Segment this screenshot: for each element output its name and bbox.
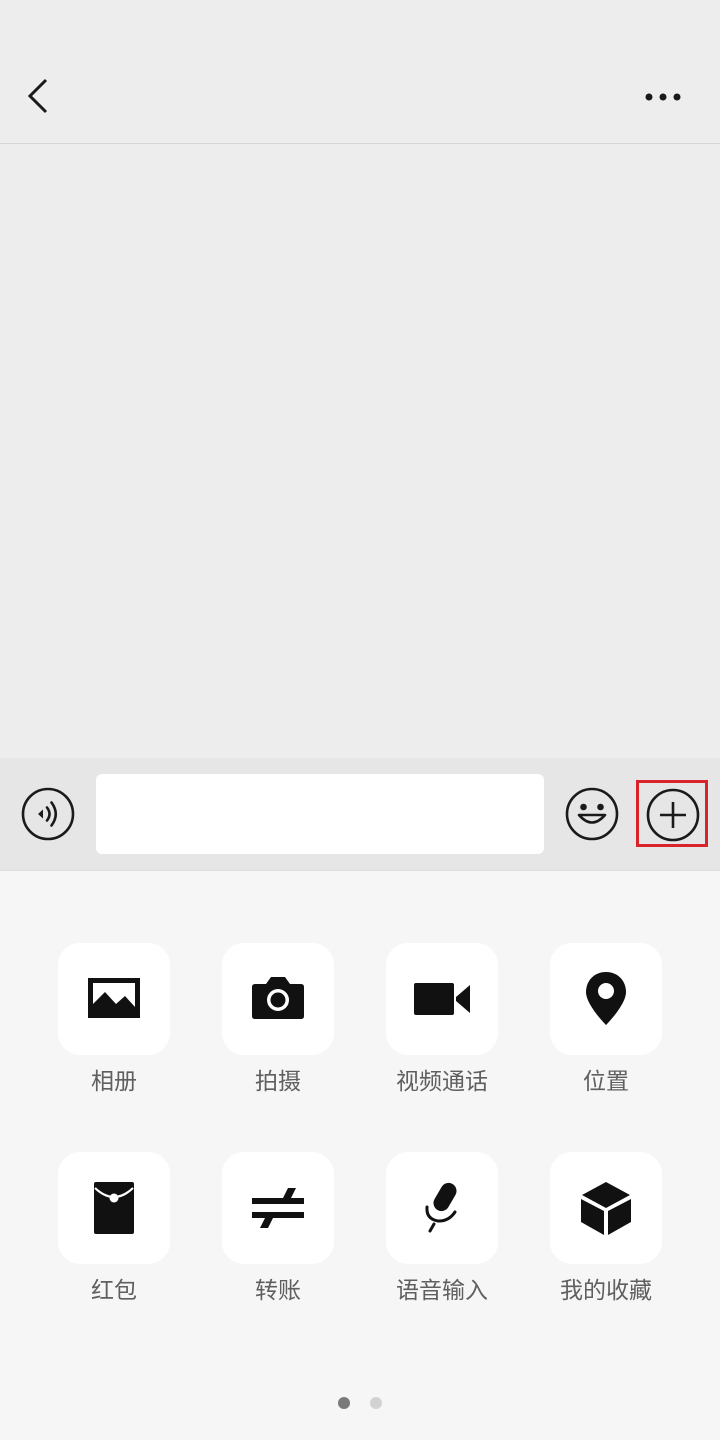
location-label: 位置 — [583, 1069, 629, 1095]
message-input[interactable] — [96, 774, 544, 854]
more-functions-button[interactable] — [636, 780, 708, 847]
album-tile[interactable] — [58, 943, 170, 1055]
page-dot-active[interactable] — [338, 1397, 350, 1409]
transfer-label: 转账 — [255, 1278, 301, 1304]
red-envelope-tile[interactable] — [58, 1152, 170, 1264]
transfer-icon — [252, 1188, 304, 1228]
favorites-label: 我的收藏 — [560, 1278, 652, 1304]
location-tile[interactable] — [550, 943, 662, 1055]
favorites-box-icon — [581, 1182, 631, 1235]
more-functions-panel: 相册 拍摄 视频通话 位置 红包 转账 语音输入 我的收藏 — [0, 871, 720, 1440]
emoji-icon — [565, 787, 619, 841]
plus-circle-icon — [646, 788, 700, 842]
photo-album-icon — [88, 978, 140, 1018]
more-options-button[interactable] — [636, 80, 692, 114]
album-label: 相册 — [91, 1069, 137, 1095]
favorites-tile[interactable] — [550, 1152, 662, 1264]
video-call-label: 视频通话 — [396, 1069, 488, 1095]
camera-tile[interactable] — [222, 943, 334, 1055]
input-bar — [0, 758, 720, 871]
red-envelope-icon — [94, 1182, 134, 1234]
page-dot-inactive[interactable] — [370, 1397, 382, 1409]
video-call-tile[interactable] — [386, 943, 498, 1055]
voice-input-tile[interactable] — [386, 1152, 498, 1264]
emoji-button[interactable] — [564, 786, 620, 842]
ellipsis-icon — [645, 93, 681, 101]
red-envelope-label: 红包 — [91, 1278, 137, 1304]
transfer-tile[interactable] — [222, 1152, 334, 1264]
video-call-icon — [414, 983, 470, 1015]
voice-input-label: 语音输入 — [396, 1278, 488, 1304]
voice-input-icon — [21, 787, 75, 841]
camera-label: 拍摄 — [255, 1069, 301, 1095]
back-button[interactable] — [18, 72, 62, 120]
location-pin-icon — [586, 972, 626, 1025]
chat-message-area[interactable] — [0, 145, 720, 758]
microphone-icon — [425, 1182, 457, 1233]
voice-toggle-button[interactable] — [20, 786, 76, 842]
camera-icon — [252, 977, 304, 1019]
top-bar — [0, 0, 720, 144]
chevron-left-icon — [27, 78, 48, 114]
